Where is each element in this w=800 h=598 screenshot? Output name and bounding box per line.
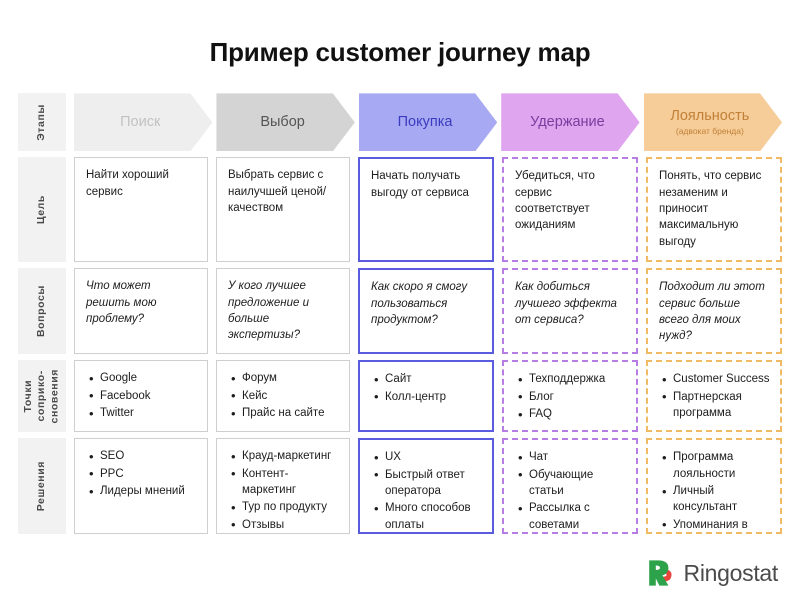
cell-r2-c3[interactable]: Как скоро я смогу пользоваться продуктом… (358, 268, 494, 355)
list-item: Колл-центр (374, 388, 482, 407)
cell-list: ФорумКейсПрайс на сайте (228, 370, 339, 424)
cell-r2-c2[interactable]: У кого лучшее предложение и больше экспе… (216, 268, 350, 355)
list-item: Крауд-маркетинг (231, 448, 339, 467)
row-cells: Что может решить мою проблему? У кого луч… (74, 268, 782, 355)
row-label-3: Точки соприко- сновения (18, 360, 66, 433)
list-item: PPC (89, 465, 197, 484)
row-label-stages: Этапы (18, 93, 66, 152)
list-item: Facebook (89, 387, 197, 406)
cell-r2-c1[interactable]: Что может решить мою проблему? (74, 268, 208, 355)
list-item: Партнерская программа (662, 388, 770, 422)
list-item: UX (374, 449, 482, 468)
cell-r4-c2[interactable]: Крауд-маркетингКонтент-маркетингТур по п… (216, 438, 350, 535)
row-label-text: Цель (35, 195, 48, 225)
row-label-text: Точки соприко- сновения (22, 369, 61, 424)
stage-3[interactable]: Покупка (359, 93, 497, 151)
list-item: Customer Success (662, 371, 770, 390)
stage-5[interactable]: Лояльность (адвокат бренда) (644, 93, 782, 151)
cell-list: Программа лояльностиЛичный консультантУп… (659, 449, 770, 532)
stage-label: Лояльность (670, 108, 750, 125)
cell-r4-c5[interactable]: Программа лояльностиЛичный консультантУп… (646, 438, 782, 535)
row-label-4: Решения (18, 438, 66, 535)
cell-r3-c2[interactable]: ФорумКейсПрайс на сайте (216, 360, 350, 433)
list-item: FAQ (518, 406, 626, 425)
cell-r3-c1[interactable]: GoogleFacebookTwitter (74, 360, 208, 433)
stage-label: Поиск (120, 114, 161, 131)
journey-row: Вопросы Что может решить мою проблему? У к… (18, 268, 782, 355)
stage-sublabel: (адвокат бренда) (675, 126, 744, 137)
journey-row: Точки соприко- сновения GoogleFacebookTwi… (18, 360, 782, 433)
list-item: Twitter (89, 405, 197, 424)
cell-r3-c3[interactable]: СайтКолл-центр (358, 360, 494, 433)
list-item: Упоминания в СМИ (662, 516, 770, 532)
cell-r4-c4[interactable]: ЧатОбучающие статьиРассылка с советами (502, 438, 638, 535)
stage-chevrons: Поиск Выбор Покупка Удержание Лояльность (адв… (74, 93, 782, 151)
list-item: Прайс на сайте (231, 405, 339, 424)
row-label-text: Вопросы (35, 285, 48, 338)
stage-label: Выбор (260, 114, 305, 131)
cell-list: Customer SuccessПартнерская программа (659, 371, 770, 421)
stage-label: Покупка (397, 114, 453, 131)
row-cells: SEOPPCЛидеры мнений Крауд-маркетингКонтен… (74, 438, 782, 535)
list-item: Форум (231, 370, 339, 389)
cell-list: Крауд-маркетингКонтент-маркетингТур по п… (228, 448, 339, 534)
row-label-stages-text: Этапы (35, 104, 48, 141)
list-item: Чат (518, 449, 626, 468)
list-item: Лидеры мнений (89, 483, 197, 502)
list-item: Сайт (374, 371, 482, 390)
cell-list: UXБыстрый ответ оператораМного способов … (371, 449, 482, 532)
page-title: Пример customer journey map (209, 37, 591, 68)
ringostat-logo: Ringostat (645, 558, 778, 588)
cell-r3-c4[interactable]: ТехподдержкаБлогFAQ (502, 360, 638, 433)
customer-journey-map: Этапы Поиск Выбор Покупка Удержание Лояльнос… (18, 93, 782, 540)
cell-list: ЧатОбучающие статьиРассылка с советами (515, 449, 626, 532)
list-item: Программа лояльности (662, 449, 770, 482)
row-label-1: Цель (18, 157, 66, 263)
ringostat-logo-text: Ringostat (683, 559, 779, 586)
list-item: Техподдержка (518, 371, 626, 390)
row-label-2: Вопросы (18, 268, 66, 355)
list-item: Кейс (231, 387, 339, 406)
list-item: Много способов оплаты (374, 500, 482, 532)
cell-r1-c5[interactable]: Понять, что сервис незаменим и приносит … (646, 157, 782, 263)
list-item: Контент-маркетинг (231, 465, 339, 499)
list-item: Тур по продукту (231, 499, 339, 518)
list-item: SEO (89, 448, 197, 467)
cell-r1-c3[interactable]: Начать получать выгоду от сервиса (358, 157, 494, 263)
cell-list: ТехподдержкаБлогFAQ (515, 371, 626, 425)
row-cells: GoogleFacebookTwitter ФорумКейсПрайс на с… (74, 360, 782, 433)
list-item: Блог (518, 388, 626, 407)
row-cells: Найти хороший сервис Выбрать сервис с наи… (74, 157, 782, 263)
list-item: Быстрый ответ оператора (374, 466, 482, 500)
list-item: Рассылка с советами (518, 500, 626, 532)
journey-rows: Цель Найти хороший сервис Выбрать сервис с… (18, 157, 782, 535)
list-item: Google (89, 370, 197, 389)
stage-label: Удержание (530, 114, 605, 131)
journey-row: Решения SEOPPCЛидеры мнений Крауд-маркетин… (18, 438, 782, 535)
cell-r2-c5[interactable]: Подходит ли этот сервис больше всего для… (646, 268, 782, 355)
cell-r1-c1[interactable]: Найти хороший сервис (74, 157, 208, 263)
row-label-text: Решения (35, 461, 48, 512)
cell-r2-c4[interactable]: Как добиться лучшего эффекта от сервиса? (502, 268, 638, 355)
cell-r1-c2[interactable]: Выбрать сервис с наилучшей ценой/качеств… (216, 157, 350, 263)
list-item: Обучающие статьи (518, 466, 626, 500)
cell-list: SEOPPCЛидеры мнений (86, 448, 197, 502)
journey-row: Цель Найти хороший сервис Выбрать сервис с… (18, 157, 782, 263)
cell-r3-c5[interactable]: Customer SuccessПартнерская программа (646, 360, 782, 433)
list-item: Личный консультант (662, 483, 770, 516)
cell-r4-c1[interactable]: SEOPPCЛидеры мнений (74, 438, 208, 535)
cell-list: GoogleFacebookTwitter (86, 370, 197, 424)
stage-2[interactable]: Выбор (216, 93, 354, 151)
cell-r4-c3[interactable]: UXБыстрый ответ оператораМного способов … (358, 438, 494, 535)
cell-r1-c4[interactable]: Убедиться, что сервис соответствует ожид… (502, 157, 638, 263)
list-item: Отзывы (231, 516, 339, 533)
stage-1[interactable]: Поиск (74, 93, 212, 151)
stage-4[interactable]: Удержание (501, 93, 639, 151)
stages-row: Этапы Поиск Выбор Покупка Удержание Лояльнос… (18, 93, 782, 152)
cell-list: СайтКолл-центр (371, 371, 482, 407)
ringostat-logo-icon (645, 558, 675, 588)
